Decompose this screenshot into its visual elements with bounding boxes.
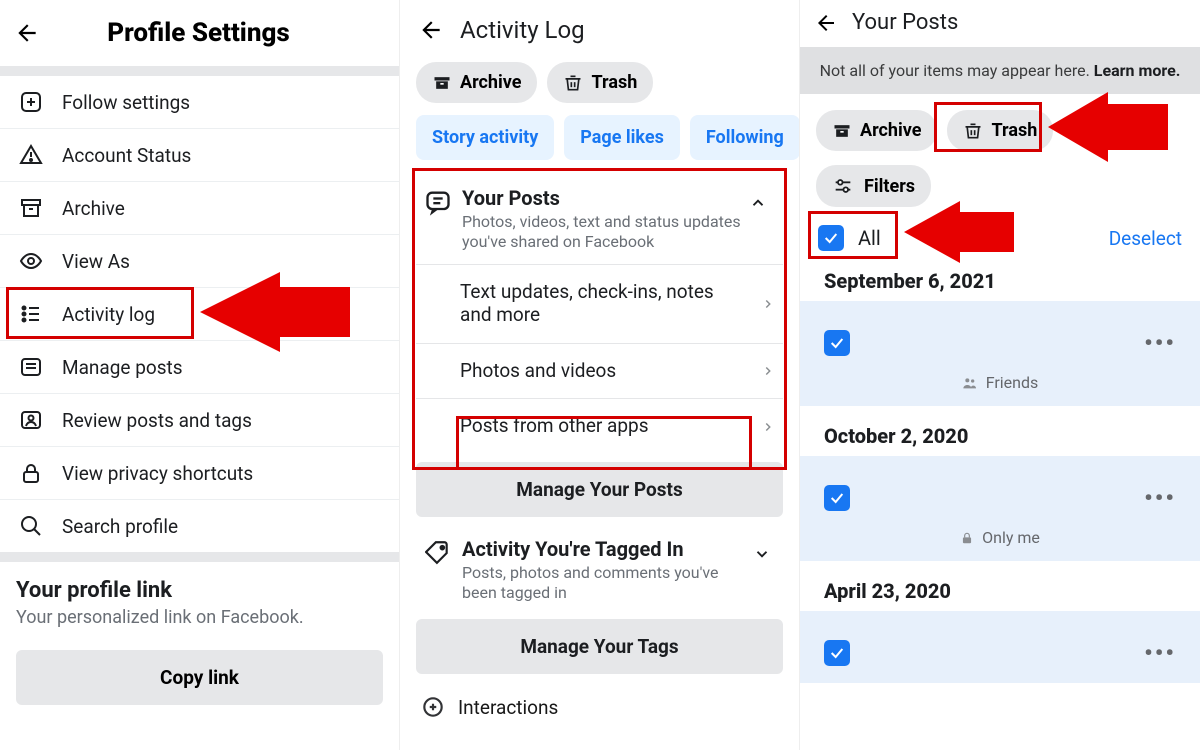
notice-banner: Not all of your items may appear here. L… (800, 47, 1200, 94)
red-arrow-icon (904, 201, 1014, 263)
profile-link-subtitle: Your personalized link on Facebook. (0, 607, 399, 642)
label: Filters (864, 176, 915, 197)
search-icon (16, 514, 46, 538)
page-title: Profile Settings (12, 18, 385, 48)
row-account-status[interactable]: Account Status (0, 129, 399, 182)
check-icon (829, 335, 845, 351)
label: Archive (62, 197, 125, 220)
plus-box-icon (16, 90, 46, 114)
label: Follow settings (62, 91, 190, 114)
copy-link-button[interactable]: Copy link (16, 650, 383, 705)
chip-following[interactable]: Following (690, 115, 799, 160)
pane1-header: Profile Settings (0, 0, 399, 66)
date-header: October 2, 2020 (800, 416, 1200, 456)
check-icon (829, 490, 845, 506)
post-item[interactable]: ••• (800, 611, 1200, 683)
post-item[interactable]: ••• Friends (800, 301, 1200, 406)
audience: Friends (800, 373, 1200, 406)
divider (0, 66, 399, 76)
page-title: Your Posts (852, 10, 958, 35)
page-title: Activity Log (460, 16, 585, 44)
deselect-link[interactable]: Deselect (1109, 227, 1182, 250)
activity-log-pane: Activity Log Archive Trash Story activit… (400, 0, 800, 750)
chevron-down-icon (745, 537, 779, 571)
text-lines-icon (16, 355, 46, 379)
highlight-manage-posts (456, 416, 752, 470)
date-header: April 23, 2020 (800, 571, 1200, 611)
tagged-section[interactable]: Activity You're Tagged In Posts, photos … (400, 517, 799, 603)
row-archive[interactable]: Archive (0, 182, 399, 235)
archive-chip[interactable]: Archive (816, 110, 937, 151)
label: Search profile (62, 515, 178, 538)
filter-chips: Story activity Page likes Following (400, 115, 799, 170)
interactions-row[interactable]: Interactions (400, 674, 799, 740)
pane2-header: Activity Log (400, 0, 799, 62)
select-all-row: All 40 Deselect (800, 217, 1200, 261)
your-posts-pane: Your Posts Not all of your items may app… (800, 0, 1200, 750)
tag-icon (420, 537, 456, 565)
post-checkbox[interactable] (824, 640, 850, 666)
interactions-icon (420, 694, 446, 720)
friends-icon (962, 375, 978, 391)
trash-icon (563, 73, 583, 93)
audience-label: Only me (982, 528, 1040, 547)
manage-your-tags-button[interactable]: Manage Your Tags (416, 619, 783, 674)
label: Account Status (62, 144, 191, 167)
lock-icon (960, 531, 974, 545)
label: Interactions (458, 696, 558, 719)
lock-icon (16, 461, 46, 485)
your-posts-card: Your Posts Photos, videos, text and stat… (416, 170, 783, 517)
archive-chip[interactable]: Archive (416, 62, 537, 103)
label: View privacy shortcuts (62, 462, 253, 485)
archive-icon (832, 121, 852, 141)
eye-icon (16, 249, 46, 273)
audience-label: Friends (986, 373, 1039, 392)
check-icon (829, 645, 845, 661)
audience: Only me (800, 528, 1200, 561)
action-chips: Archive Trash (400, 62, 799, 115)
profile-settings-pane: Profile Settings Follow settings Account… (0, 0, 400, 750)
highlight-activity-log (6, 287, 194, 339)
divider (0, 552, 399, 562)
post-checkbox[interactable] (824, 330, 850, 356)
highlight-trash (934, 102, 1042, 152)
more-options-icon[interactable]: ••• (1144, 329, 1176, 357)
learn-more-link[interactable]: Learn more. (1094, 61, 1181, 80)
post-checkbox[interactable] (824, 485, 850, 511)
label: Archive (860, 120, 921, 141)
notice-text: Not all of your items may appear here. (820, 61, 1094, 80)
pane3-header: Your Posts (800, 0, 1200, 47)
row-privacy-shortcuts[interactable]: View privacy shortcuts (0, 447, 399, 500)
label: Trash (591, 72, 637, 93)
person-tag-icon (16, 408, 46, 432)
label: Manage posts (62, 356, 183, 379)
manage-your-posts-button[interactable]: Manage Your Posts (416, 462, 783, 517)
date-header: September 6, 2021 (800, 261, 1200, 301)
label: View As (62, 250, 130, 273)
label: Review posts and tags (62, 409, 252, 432)
tagged-title: Activity You're Tagged In (462, 537, 745, 561)
profile-link-title: Your profile link (0, 562, 399, 607)
action-chips: Archive Trash (800, 94, 1200, 161)
archive-icon (432, 73, 452, 93)
tagged-subtitle: Posts, photos and comments you've been t… (462, 563, 745, 603)
row-follow-settings[interactable]: Follow settings (0, 76, 399, 129)
trash-chip[interactable]: Trash (547, 62, 653, 103)
row-search-profile[interactable]: Search profile (0, 500, 399, 552)
chip-page-likes[interactable]: Page likes (564, 115, 680, 160)
post-item[interactable]: ••• Only me (800, 456, 1200, 561)
more-options-icon[interactable]: ••• (1144, 639, 1176, 667)
row-review-posts[interactable]: Review posts and tags (0, 394, 399, 447)
more-options-icon[interactable]: ••• (1144, 484, 1176, 512)
highlight-all (808, 211, 898, 259)
sliders-icon (832, 175, 854, 197)
archive-box-icon (16, 196, 46, 220)
chip-story-activity[interactable]: Story activity (416, 115, 554, 160)
warning-triangle-icon (16, 143, 46, 167)
label: Archive (460, 72, 521, 93)
back-arrow-icon[interactable] (814, 11, 838, 35)
back-arrow-icon[interactable] (418, 17, 444, 43)
red-arrow-icon (200, 272, 350, 352)
red-arrow-icon (1048, 92, 1168, 162)
